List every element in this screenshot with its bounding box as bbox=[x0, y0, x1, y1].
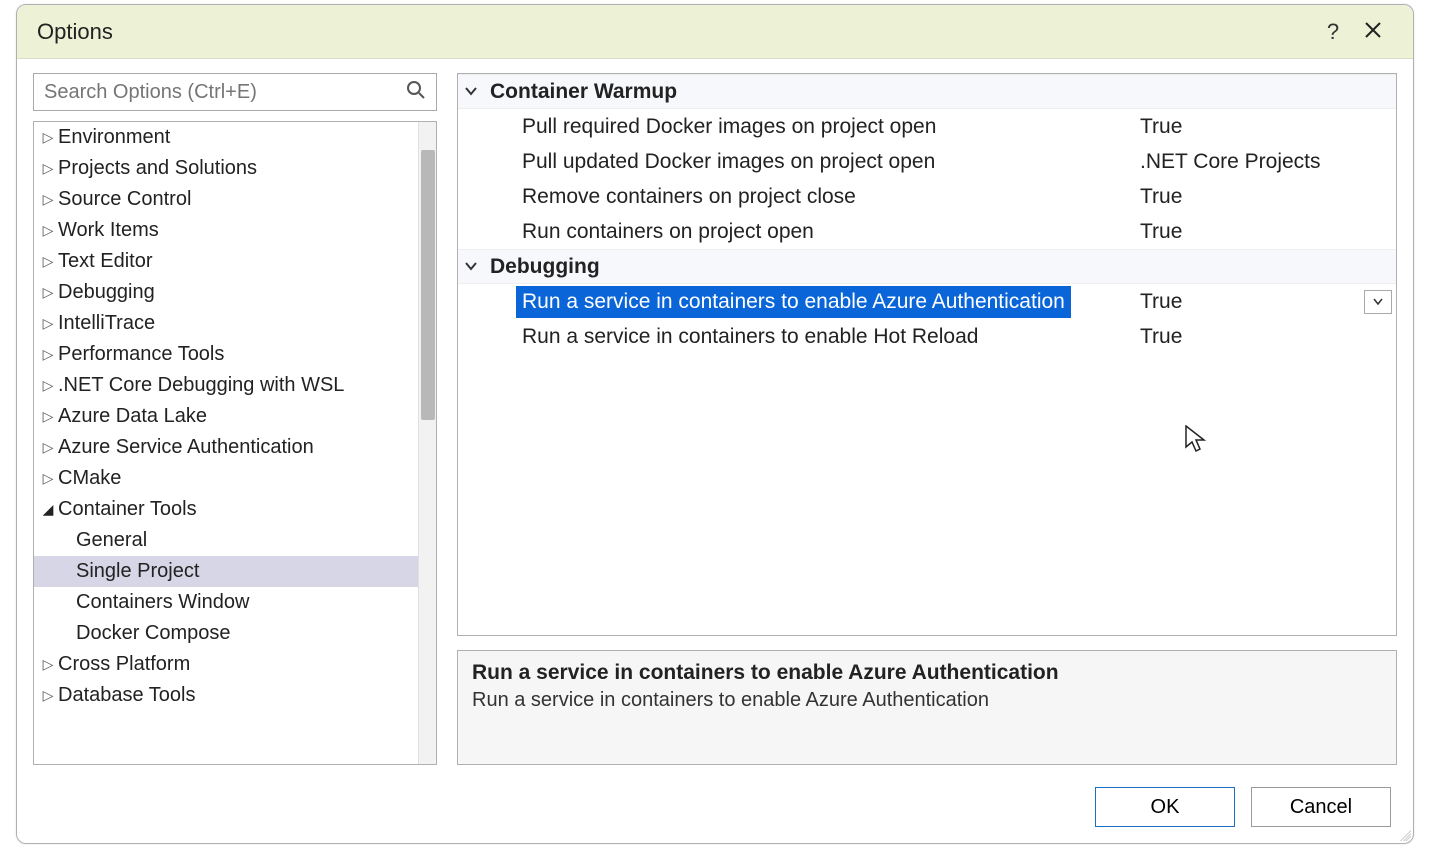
tree-item-label: Source Control bbox=[58, 188, 191, 211]
grid-row-value[interactable]: True bbox=[1134, 185, 1396, 209]
tree-item-performance-tools[interactable]: ▷Performance Tools bbox=[34, 339, 436, 370]
chevron-right-icon[interactable]: ▷ bbox=[40, 656, 56, 673]
description-text: Run a service in containers to enable Az… bbox=[472, 689, 1382, 712]
description-panel: Run a service in containers to enable Az… bbox=[457, 650, 1397, 765]
close-button[interactable] bbox=[1353, 19, 1393, 45]
grid-row-value[interactable]: True bbox=[1134, 220, 1396, 244]
tree-item-cross-platform[interactable]: ▷Cross Platform bbox=[34, 649, 436, 680]
grid-row-value[interactable]: True bbox=[1134, 290, 1364, 314]
chevron-right-icon[interactable]: ▷ bbox=[40, 439, 56, 456]
close-icon bbox=[1364, 21, 1382, 39]
tree-item-label: Containers Window bbox=[76, 591, 249, 614]
chevron-right-icon[interactable]: ▷ bbox=[40, 470, 56, 487]
category-tree: ▷Environment▷Projects and Solutions▷Sour… bbox=[33, 121, 437, 765]
tree-item-work-items[interactable]: ▷Work Items bbox=[34, 215, 436, 246]
chevron-right-icon[interactable]: ▷ bbox=[40, 377, 56, 394]
grid-row[interactable]: Run containers on project openTrue bbox=[458, 214, 1396, 249]
tree-item-label: Work Items bbox=[58, 219, 159, 242]
chevron-right-icon[interactable]: ▷ bbox=[40, 160, 56, 177]
grid-row-value[interactable]: True bbox=[1134, 325, 1396, 349]
tree-item-label: IntelliTrace bbox=[58, 312, 155, 335]
tree-scrollbar[interactable] bbox=[418, 122, 436, 764]
description-title: Run a service in containers to enable Az… bbox=[472, 661, 1382, 685]
ok-button[interactable]: OK bbox=[1095, 787, 1235, 827]
chevron-right-icon[interactable]: ▷ bbox=[40, 129, 56, 146]
tree-item-containers-window[interactable]: Containers Window bbox=[34, 587, 436, 618]
tree-item-text-editor[interactable]: ▷Text Editor bbox=[34, 246, 436, 277]
titlebar: Options ? bbox=[17, 5, 1413, 59]
grid-row-value[interactable]: .NET Core Projects bbox=[1134, 150, 1396, 174]
help-button[interactable]: ? bbox=[1313, 19, 1353, 45]
tree-item-label: Debugging bbox=[58, 281, 155, 304]
grid-row-label: Pull required Docker images on project o… bbox=[484, 111, 1134, 143]
grid-row-value[interactable]: True bbox=[1134, 115, 1396, 139]
cancel-button[interactable]: Cancel bbox=[1251, 787, 1391, 827]
chevron-down-icon[interactable] bbox=[458, 259, 484, 275]
tree-item-general[interactable]: General bbox=[34, 525, 436, 556]
options-dialog: Options ? ▷Environment▷Projects and Solu… bbox=[16, 4, 1414, 844]
tree-item-source-control[interactable]: ▷Source Control bbox=[34, 184, 436, 215]
chevron-right-icon[interactable]: ▷ bbox=[40, 315, 56, 332]
tree-item-azure-data-lake[interactable]: ▷Azure Data Lake bbox=[34, 401, 436, 432]
tree-scrollbar-thumb[interactable] bbox=[421, 150, 435, 420]
tree-item-debugging[interactable]: ▷Debugging bbox=[34, 277, 436, 308]
property-grid: Container Warmup Pull required Docker ima… bbox=[457, 73, 1397, 636]
grid-group-label: Debugging bbox=[484, 255, 1134, 279]
tree-item-label: Performance Tools bbox=[58, 343, 224, 366]
grid-row-label: Run a service in containers to enable Az… bbox=[484, 286, 1134, 318]
search-box[interactable] bbox=[33, 73, 437, 111]
search-icon[interactable] bbox=[406, 80, 428, 105]
grid-row[interactable]: Pull updated Docker images on project op… bbox=[458, 144, 1396, 179]
value-dropdown-button[interactable] bbox=[1364, 290, 1392, 314]
tree-item-label: Projects and Solutions bbox=[58, 157, 257, 180]
tree-item-label: Docker Compose bbox=[76, 622, 231, 645]
grid-row[interactable]: Run a service in containers to enable Az… bbox=[458, 284, 1396, 319]
tree-item-label: General bbox=[76, 529, 147, 552]
grid-row[interactable]: Pull required Docker images on project o… bbox=[458, 109, 1396, 144]
chevron-right-icon[interactable]: ▷ bbox=[40, 222, 56, 239]
chevron-right-icon[interactable]: ▷ bbox=[40, 346, 56, 363]
chevron-right-icon[interactable]: ▷ bbox=[40, 408, 56, 425]
tree-item-label: Single Project bbox=[76, 560, 199, 583]
grid-group-label: Container Warmup bbox=[484, 80, 1134, 104]
grid-group-header[interactable]: Container Warmup bbox=[458, 74, 1396, 109]
grid-row-label: Run a service in containers to enable Ho… bbox=[484, 321, 1134, 353]
tree-item-label: Environment bbox=[58, 126, 170, 149]
tree-item-label: Container Tools bbox=[58, 498, 197, 521]
tree-item-intellitrace[interactable]: ▷IntelliTrace bbox=[34, 308, 436, 339]
tree-item--net-core-debugging-with-wsl[interactable]: ▷.NET Core Debugging with WSL bbox=[34, 370, 436, 401]
window-title: Options bbox=[37, 19, 1313, 45]
tree-item-azure-service-authentication[interactable]: ▷Azure Service Authentication bbox=[34, 432, 436, 463]
resize-grip[interactable] bbox=[1397, 827, 1411, 841]
tree-item-label: Text Editor bbox=[58, 250, 152, 273]
dialog-footer: OK Cancel bbox=[17, 775, 1413, 843]
chevron-right-icon[interactable]: ▷ bbox=[40, 253, 56, 270]
tree-item-label: Cross Platform bbox=[58, 653, 190, 676]
tree-item-single-project[interactable]: Single Project bbox=[34, 556, 436, 587]
grid-row[interactable]: Remove containers on project closeTrue bbox=[458, 179, 1396, 214]
grid-row-label: Remove containers on project close bbox=[484, 181, 1134, 213]
tree-item-environment[interactable]: ▷Environment bbox=[34, 122, 436, 153]
tree-item-projects-and-solutions[interactable]: ▷Projects and Solutions bbox=[34, 153, 436, 184]
chevron-right-icon[interactable]: ▷ bbox=[40, 191, 56, 208]
tree-item-cmake[interactable]: ▷CMake bbox=[34, 463, 436, 494]
tree-item-docker-compose[interactable]: Docker Compose bbox=[34, 618, 436, 649]
search-input[interactable] bbox=[42, 80, 406, 105]
chevron-down-icon[interactable] bbox=[458, 84, 484, 100]
tree-item-label: Azure Data Lake bbox=[58, 405, 207, 428]
tree-item-label: Azure Service Authentication bbox=[58, 436, 314, 459]
tree-item-label: .NET Core Debugging with WSL bbox=[58, 374, 344, 397]
grid-row-label: Pull updated Docker images on project op… bbox=[484, 146, 1134, 178]
tree-item-container-tools[interactable]: ◢Container Tools bbox=[34, 494, 436, 525]
tree-item-label: Database Tools bbox=[58, 684, 196, 707]
grid-group-header[interactable]: Debugging bbox=[458, 249, 1396, 284]
chevron-right-icon[interactable]: ▷ bbox=[40, 687, 56, 704]
grid-row[interactable]: Run a service in containers to enable Ho… bbox=[458, 319, 1396, 354]
chevron-right-icon[interactable]: ▷ bbox=[40, 284, 56, 301]
grid-row-label: Run containers on project open bbox=[484, 216, 1134, 248]
tree-item-database-tools[interactable]: ▷Database Tools bbox=[34, 680, 436, 711]
chevron-down-icon[interactable]: ◢ bbox=[40, 501, 56, 518]
tree-item-label: CMake bbox=[58, 467, 121, 490]
